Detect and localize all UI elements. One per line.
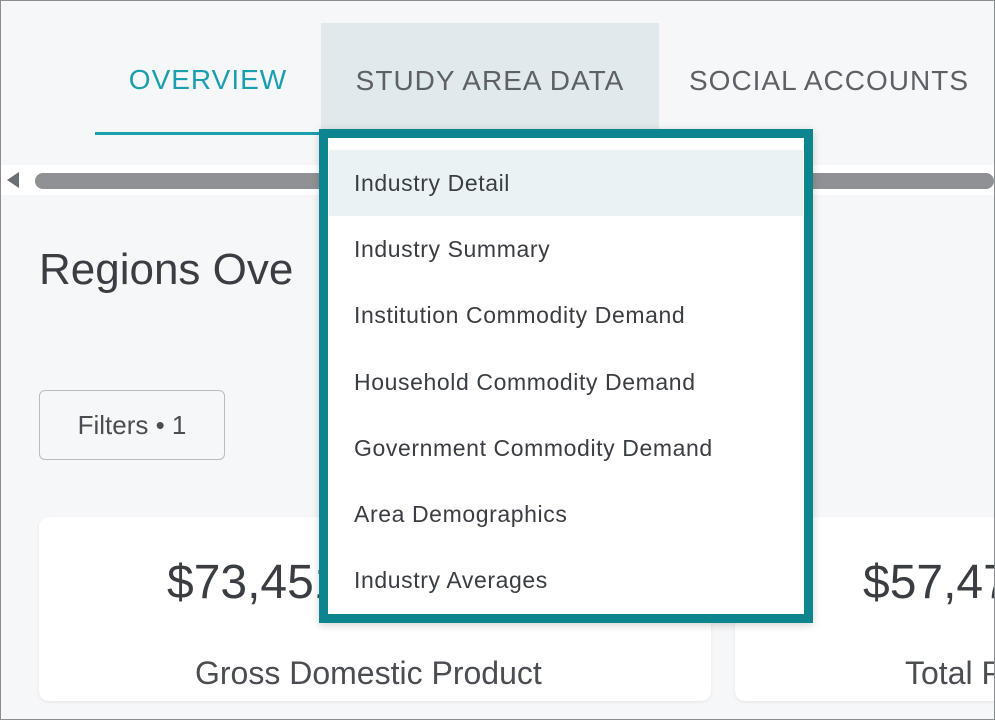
total-card-value: $57,47 — [863, 556, 994, 609]
tab-social-accounts[interactable]: SOCIAL ACCOUNTS — [669, 23, 989, 135]
menu-item-industry-summary[interactable]: Industry Summary — [329, 216, 803, 282]
menu-item-industry-detail[interactable]: Industry Detail — [329, 150, 803, 217]
menu-item-area-demographics[interactable]: Area Demographics — [329, 481, 803, 547]
app-frame: OVERVIEW STUDY AREA DATA SOCIAL ACCOUNTS… — [0, 0, 995, 720]
study-area-data-dropdown: Industry Detail Industry Summary Institu… — [319, 129, 813, 623]
menu-item-household-commodity-demand[interactable]: Household Commodity Demand — [329, 349, 803, 415]
menu-item-industry-averages[interactable]: Industry Averages — [329, 548, 803, 614]
filters-button-label: Filters • 1 — [77, 409, 187, 440]
gdp-card-label: Gross Domestic Product — [195, 655, 542, 691]
gdp-card-value: $73,451 — [167, 556, 341, 609]
menu-item-government-commodity-demand[interactable]: Government Commodity Demand — [329, 415, 803, 481]
menu-item-institution-commodity-demand[interactable]: Institution Commodity Demand — [329, 283, 803, 349]
tab-social-accounts-label: SOCIAL ACCOUNTS — [688, 65, 969, 96]
tab-study-area-data-label: STUDY AREA DATA — [355, 65, 625, 96]
filters-button[interactable]: Filters • 1 — [39, 390, 225, 460]
tab-study-area-data[interactable]: STUDY AREA DATA — [321, 23, 659, 135]
scroll-left-arrow-icon[interactable] — [7, 172, 19, 188]
dropdown-menu-list: Industry Detail Industry Summary Institu… — [329, 150, 803, 614]
total-card-label: Total P — [905, 655, 995, 691]
page-title: Regions Ove — [39, 245, 294, 294]
tab-overview[interactable]: OVERVIEW — [95, 23, 321, 135]
tab-overview-label: OVERVIEW — [128, 63, 288, 95]
